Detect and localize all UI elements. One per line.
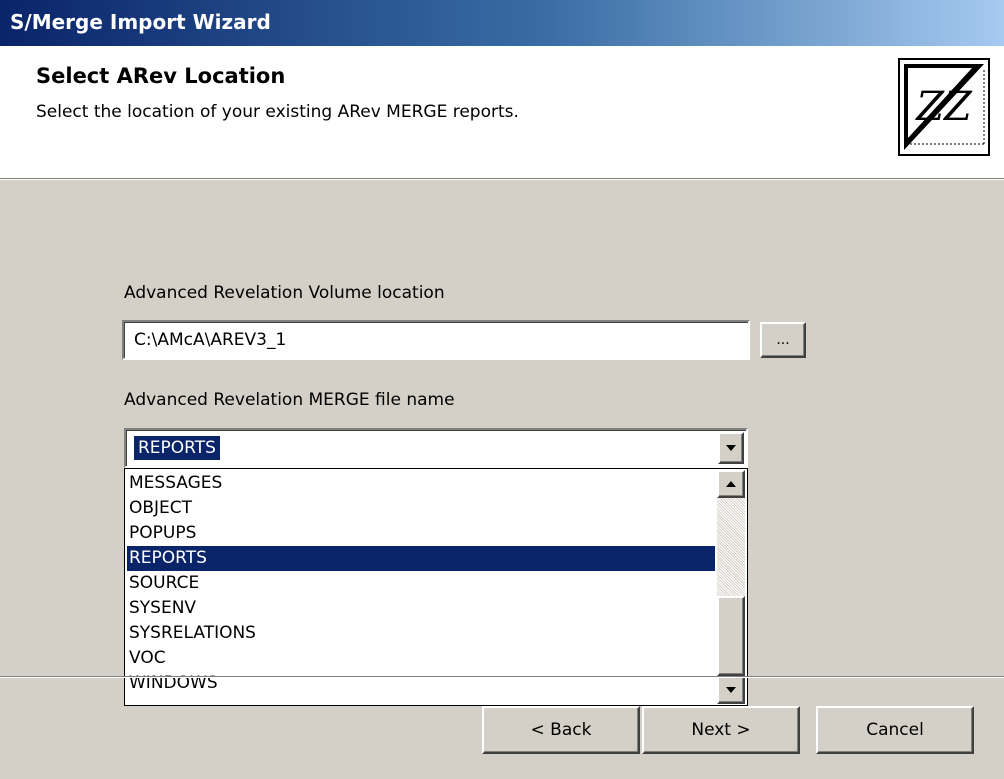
dropdown-button[interactable] — [718, 432, 744, 464]
wizard-window: S/Merge Import Wizard Select ARev Locati… — [0, 0, 1004, 779]
back-button[interactable]: < Back — [482, 706, 640, 754]
next-button[interactable]: Next > — [642, 706, 800, 754]
list-scrollbar[interactable] — [717, 470, 745, 704]
scrollbar-thumb[interactable] — [717, 596, 745, 676]
browse-button[interactable]: ... — [760, 322, 806, 358]
list-item-selected[interactable]: REPORTS — [127, 546, 715, 571]
footer-divider-highlight — [0, 677, 1004, 678]
merge-file-label: Advanced Revelation MERGE file name — [124, 390, 455, 410]
list-item[interactable]: SYSENV — [127, 596, 715, 621]
page-title: Select ARev Location — [36, 64, 286, 88]
window-title: S/Merge Import Wizard — [10, 10, 271, 34]
title-bar[interactable]: S/Merge Import Wizard — [0, 0, 1004, 46]
list-item[interactable]: VOC — [127, 646, 715, 671]
zz-logo-icon: ZZ — [898, 58, 990, 156]
list-item[interactable]: SYSRELATIONS — [127, 621, 715, 646]
cancel-button[interactable]: Cancel — [816, 706, 974, 754]
volume-location-value: C:\AMcA\AREV3_1 — [134, 330, 287, 350]
wizard-header: Select ARev Location Select the location… — [0, 46, 1004, 178]
volume-location-label: Advanced Revelation Volume location — [124, 283, 445, 303]
scroll-down-button[interactable] — [717, 676, 745, 704]
header-divider-highlight — [0, 179, 1004, 180]
logo-lettering: ZZ — [916, 84, 972, 130]
chevron-down-icon — [726, 445, 736, 451]
page-subtitle: Select the location of your existing ARe… — [36, 102, 519, 122]
list-item[interactable]: SOURCE — [127, 571, 715, 596]
volume-location-input[interactable]: C:\AMcA\AREV3_1 — [122, 320, 750, 360]
list-item[interactable]: WINDOWS — [127, 671, 715, 696]
chevron-up-icon — [726, 481, 736, 487]
merge-file-selected-value: REPORTS — [133, 435, 221, 461]
list-item[interactable]: MESSAGES — [127, 471, 715, 496]
merge-file-combobox[interactable]: REPORTS — [124, 428, 748, 468]
merge-file-dropdown-list[interactable]: MESSAGES OBJECT POPUPS REPORTS SOURCE SY… — [124, 468, 748, 706]
chevron-down-icon — [726, 687, 736, 693]
list-item[interactable]: POPUPS — [127, 521, 715, 546]
list-item[interactable]: OBJECT — [127, 496, 715, 521]
scroll-up-button[interactable] — [717, 470, 745, 498]
